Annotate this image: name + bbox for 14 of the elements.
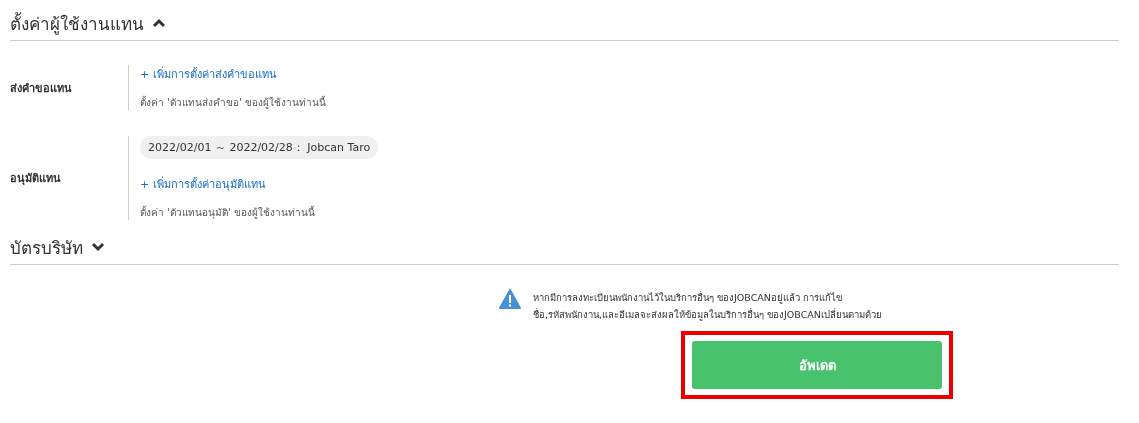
setting-note: ตั้งค่า 'ตัวแทนส่งคำขอ' ของผู้ใช้งานท่านนี้	[140, 95, 326, 110]
row-label: อนุมัติแทน	[10, 171, 62, 187]
row-label: ส่งคำขอแทน	[10, 80, 73, 97]
warning-icon	[499, 289, 521, 309]
chevron-down-icon[interactable]	[91, 242, 105, 252]
warning-text: หากมีการลงทะเบียนพนักงานไว้ในบริการอื่นๆ ของJOBCANอยู่แล้ว การแก้ไข	[533, 290, 843, 306]
section-title: บัตรบริษัท	[10, 236, 83, 260]
add-setting-link[interactable]: + เพิ่มการตั้งค่าส่งคำขอแทน	[140, 65, 277, 83]
setting-note: ตั้งค่า 'ตัวแทนอนุมัติ' ของผู้ใช้งานท่านนี้	[140, 205, 315, 220]
section-title: ตั้งค่าผู้ใช้งานแทน	[10, 11, 144, 37]
warning-text: ชื่อ,รหัสพนักงาน,และอีเมลจะส่งผลให้ข้อมูลในบริการอื่นๆ ของJOBCANเปลี่ยนตามด้วย	[533, 307, 882, 323]
chevron-up-icon[interactable]	[152, 18, 166, 28]
delegate-chip: 2022/02/01 ～ 2022/02/28： Jobcan Taro	[140, 136, 379, 159]
add-setting-link[interactable]: + เพิ่มการตั้งค่าอนุมัติแทน	[140, 175, 266, 193]
